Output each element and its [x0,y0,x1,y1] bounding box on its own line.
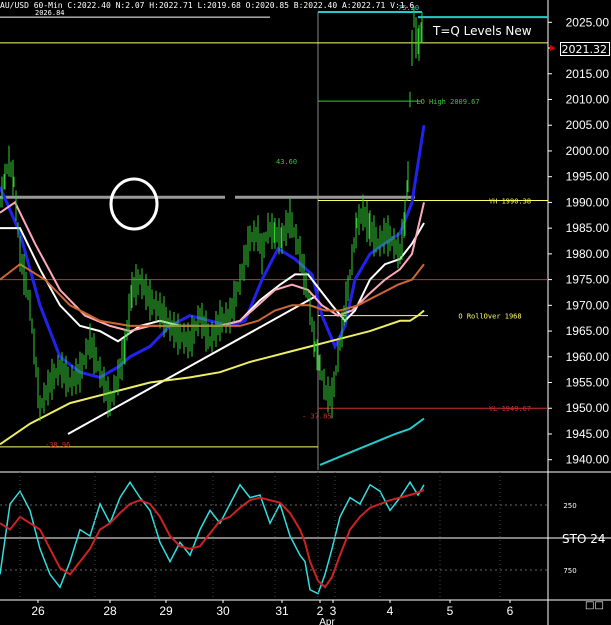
time-axis: 26 28 29 30 31 2 3 4 5 6 Apr [31,600,514,625]
level-label: O RollOver 1968 [458,313,521,321]
y-tick-label: 1995.00 [566,170,610,184]
annotation-label: -38.96 [45,441,70,449]
level-label: 75.20 [398,4,419,12]
sto-name: STO [562,532,587,546]
level-label: LO High 2009.67 [416,98,479,106]
y-tick-label: 1970.00 [566,298,610,312]
last-price-tag: 2021.32 [560,42,610,56]
x-month-label: Apr [319,617,335,625]
level-label: 2026.84 [35,9,65,17]
y-tick-label: 1975.00 [566,273,610,287]
annotation-label: 43.60 [276,158,297,166]
sto-label: STO 24 [562,532,606,546]
annotation-label: - 37.85 [302,413,332,421]
annotations: 43.60 - 37.85 -38.96 [45,158,332,449]
ma-line [319,417,425,466]
ma-line [0,262,425,327]
x-tick-label: 6 [507,604,514,618]
sto-value: 24 [590,532,606,546]
y-tick-label: 1945.00 [566,427,610,441]
x-tick-label: 31 [275,604,289,618]
moving-averages [0,124,426,466]
y-tick-label: 1940.00 [566,453,610,467]
x-tick-label: 5 [447,604,454,618]
x-tick-label: 26 [31,604,45,618]
level-label: YH 1990.38 [489,197,531,205]
y-tick-label: 1985.00 [566,221,610,235]
sto-tick-label: 750 [563,567,576,575]
sto-tick-label: 250 [563,502,576,510]
y-tick-label: 1965.00 [566,324,610,338]
y-tick-label: 2010.00 [566,92,610,106]
last-price-arrow-icon [550,45,556,51]
ma-line [0,200,425,333]
chart-title: T=Q Levels New [433,24,532,38]
y-tick-label: 2000.00 [566,144,610,158]
x-tick-label: 30 [216,604,230,618]
circle-marker [109,177,159,231]
y-tick-label: 1980.00 [566,247,610,261]
y-tick-label: 1955.00 [566,376,610,390]
x-tick-label: 3 [330,604,337,618]
panel-tools-icon[interactable]: □□ [585,600,604,611]
y-tick-label: 2005.00 [566,118,610,132]
x-tick-label: 2 [317,604,324,618]
x-tick-label: 28 [103,604,117,618]
y-tick-label: 2015.00 [566,67,610,81]
highlight-circle [109,177,159,231]
stochastic-panel: 250 750 [0,472,611,600]
x-tick-label: 4 [387,604,394,618]
price-chart[interactable]: 2026.84 75.20 LO High 2009.67 YH 1990.38 O R… [0,0,611,625]
price-axis: 2025.002020.002015.002010.002005.002000.… [548,15,610,467]
y-tick-label: 1950.00 [566,401,610,415]
y-tick-label: 1990.00 [566,195,610,209]
level-label: YL 1949.67 [489,405,531,413]
y-tick-label: 2025.00 [566,15,610,29]
x-tick-label: 29 [159,604,173,618]
y-tick-label: 1960.00 [566,350,610,364]
